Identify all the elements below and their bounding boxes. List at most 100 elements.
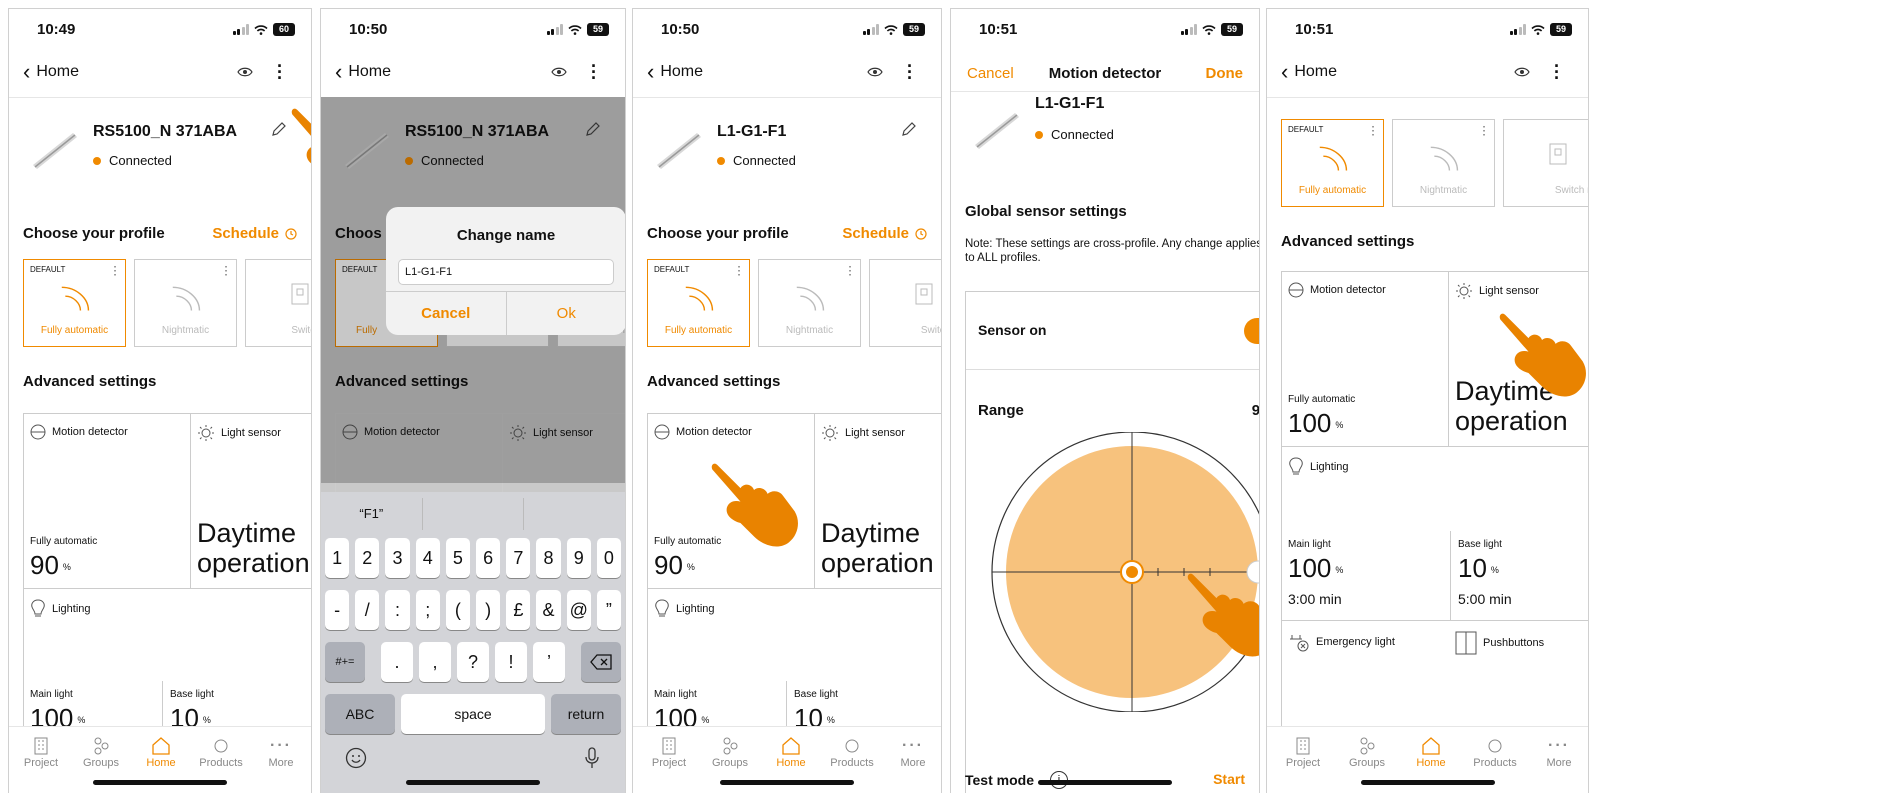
tab-project[interactable]: Project (639, 735, 699, 769)
suggestion-1[interactable]: “F1” (321, 498, 422, 530)
key[interactable]: ( (445, 590, 471, 630)
key[interactable]: ” (596, 590, 622, 630)
profile-card-switch-mode[interactable]: Switch mo (869, 259, 941, 347)
profile-card-fully-automatic[interactable]: DEFAULT · · · Fully automatic (647, 259, 750, 347)
key[interactable]: 4 (415, 538, 440, 578)
back-button[interactable]: ‹ Home (23, 61, 79, 83)
more-menu-icon[interactable]: · · · (277, 57, 283, 87)
key[interactable]: 6 (476, 538, 501, 578)
eye-icon[interactable] (551, 67, 567, 77)
eye-icon[interactable] (867, 67, 883, 77)
lighting-tile[interactable]: Lighting Main light 100% 3:00 min Base l… (1282, 447, 1588, 621)
choose-profile-heading: Choose your profile (23, 225, 165, 242)
tab-products[interactable]: Products (191, 735, 251, 769)
schedule-link[interactable]: Schedule (212, 225, 297, 242)
schedule-link[interactable]: Schedule (842, 225, 927, 242)
suggestion-3[interactable] (523, 498, 625, 530)
abc-key[interactable]: ABC (325, 694, 395, 734)
done-button[interactable]: Done (1206, 65, 1244, 82)
tab-groups[interactable]: Groups (700, 735, 760, 769)
switch-icon (1549, 143, 1567, 165)
tab-project[interactable]: Project (11, 735, 71, 769)
suggestion-2[interactable] (421, 498, 524, 530)
profile-card-fully-automatic[interactable]: DEFAULT · · · Fully automatic (1281, 119, 1384, 207)
tab-home[interactable]: Home (131, 735, 191, 769)
key[interactable]: - (325, 590, 350, 630)
cancel-button[interactable]: Cancel (386, 292, 507, 335)
profile-card-nightmatic[interactable]: · · · Nightmatic (758, 259, 861, 347)
status-bar: 10:50 59 (633, 19, 941, 39)
key[interactable]: 7 (506, 538, 531, 578)
more-menu-icon[interactable]: · · · (591, 57, 597, 87)
pointing-hand-icon (291, 106, 312, 198)
profile-menu-icon[interactable]: · · · (1372, 123, 1375, 141)
key[interactable]: 5 (445, 538, 471, 578)
key[interactable]: 8 (536, 538, 561, 578)
key[interactable]: 2 (355, 538, 380, 578)
key[interactable]: 9 (566, 538, 591, 578)
key[interactable]: . (381, 642, 413, 682)
back-button[interactable]: ‹ Home (1281, 61, 1337, 83)
key[interactable]: ; (415, 590, 440, 630)
tab-more[interactable]: ··· More (883, 735, 941, 769)
tab-home[interactable]: Home (1401, 735, 1461, 769)
profile-card-fully-automatic[interactable]: DEFAULT · · · Fully automatic (23, 259, 126, 347)
profile-card-switch-mode[interactable]: Switch mo (1503, 119, 1588, 207)
key[interactable]: 0 (596, 538, 622, 578)
delete-key[interactable] (581, 642, 621, 682)
back-button[interactable]: ‹ Home (335, 61, 391, 83)
name-input[interactable]: L1-G1-F1 (398, 259, 614, 285)
profile-card-nightmatic[interactable]: · · · Nightmatic (134, 259, 237, 347)
more-menu-icon[interactable]: · · · (1554, 57, 1560, 87)
profile-menu-icon[interactable]: · · · (1483, 123, 1486, 141)
phone-screen-2: 10:50 59 ‹ Home · · · RS5100_N 371ABA Conne… (320, 8, 626, 793)
nav-bar: ‹ Home · · · (9, 57, 311, 97)
key[interactable]: 3 (385, 538, 410, 578)
start-button[interactable]: Start (1213, 771, 1245, 787)
edit-pencil-icon[interactable] (271, 121, 287, 137)
key[interactable]: 1 (325, 538, 350, 578)
tab-project[interactable]: Project (1273, 735, 1333, 769)
key[interactable]: & (536, 590, 561, 630)
tab-home[interactable]: Home (761, 735, 821, 769)
back-button[interactable]: ‹ Home (647, 61, 703, 83)
sensor-on-toggle[interactable] (1244, 318, 1259, 344)
key[interactable]: / (355, 590, 380, 630)
space-key[interactable]: space (401, 694, 545, 734)
status-bar: 10:50 59 (321, 19, 625, 39)
tab-groups[interactable]: Groups (1337, 735, 1397, 769)
profile-menu-icon[interactable]: · · · (738, 263, 741, 281)
symbols-key[interactable]: #+= (325, 642, 365, 682)
key[interactable]: ! (495, 642, 527, 682)
tab-more[interactable]: ··· More (1529, 735, 1588, 769)
key[interactable]: ? (457, 642, 489, 682)
key[interactable]: @ (566, 590, 591, 630)
profile-menu-icon[interactable]: · · · (849, 263, 852, 281)
more-menu-icon[interactable]: · · · (907, 57, 913, 87)
key[interactable]: , (419, 642, 451, 682)
tab-products[interactable]: Products (1465, 735, 1525, 769)
key[interactable]: : (385, 590, 410, 630)
profile-menu-icon[interactable]: · · · (114, 263, 117, 281)
tab-products[interactable]: Products (822, 735, 882, 769)
profile-menu-icon[interactable]: · · · (225, 263, 228, 281)
key[interactable]: ’ (533, 642, 565, 682)
ok-button[interactable]: Ok (507, 292, 626, 335)
profile-card-switch-mode[interactable]: Switch mod (245, 259, 311, 347)
tab-groups[interactable]: Groups (71, 735, 131, 769)
eye-icon[interactable] (1514, 67, 1530, 77)
light-sensor-tile[interactable]: Light sensor Daytime operation (815, 414, 941, 589)
emoji-icon[interactable] (345, 747, 367, 769)
key[interactable]: £ (506, 590, 531, 630)
tab-more[interactable]: ··· More (251, 735, 311, 769)
edit-pencil-icon[interactable] (901, 121, 917, 137)
key[interactable]: ) (476, 590, 501, 630)
motion-detector-tile[interactable]: Motion detector Fully automatic 90% (24, 414, 191, 589)
profile-card-nightmatic[interactable]: · · · Nightmatic (1392, 119, 1495, 207)
wifi-icon (884, 24, 898, 35)
motion-detector-tile[interactable]: Motion detector Fully automatic 100% (1282, 272, 1449, 447)
microphone-icon[interactable] (585, 747, 599, 769)
light-sensor-tile[interactable]: Light sensor Daytime operation (191, 414, 311, 589)
return-key[interactable]: return (551, 694, 621, 734)
eye-icon[interactable] (237, 67, 253, 77)
